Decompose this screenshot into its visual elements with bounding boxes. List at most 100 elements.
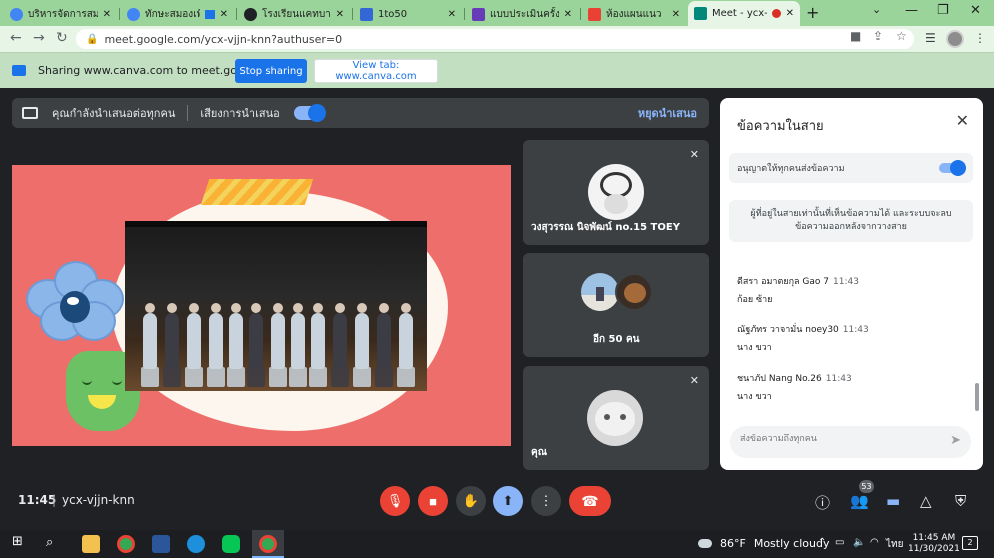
wifi-icon[interactable]: ◠ — [870, 537, 879, 548]
raise-hand-button[interactable]: ✋ — [456, 486, 486, 516]
volume-icon[interactable]: 🔈 — [853, 537, 865, 548]
close-tab-icon[interactable]: ✕ — [336, 9, 344, 20]
chat-scrollbar[interactable] — [975, 383, 979, 411]
windows-start-icon[interactable]: ⊞ — [12, 534, 23, 552]
chrome-icon[interactable] — [117, 535, 135, 553]
close-tab-icon[interactable]: ✕ — [220, 9, 228, 20]
participant-avatar — [615, 273, 653, 311]
close-icon[interactable]: ✕ — [956, 111, 969, 130]
more-vertical-icon: ⋮ — [539, 493, 553, 508]
present-button[interactable]: ⬆ — [493, 486, 523, 516]
allow-messages-toggle[interactable] — [939, 160, 966, 176]
line-icon[interactable] — [222, 535, 240, 553]
browser-tab[interactable]: 1to50 ✕ — [354, 2, 462, 26]
browser-tab[interactable]: แบบประเมินครั้งที่ 5 ✕ — [466, 2, 578, 26]
lock-icon[interactable]: 🔒 — [86, 34, 98, 45]
network-icon[interactable]: ▭ — [835, 537, 844, 548]
close-tab-icon[interactable]: ✕ — [564, 9, 572, 20]
weather-widget[interactable]: 86°F Mostly cloudy — [698, 537, 829, 550]
presentation-audio-label: เสียงการนำเสนอ — [200, 107, 280, 120]
message-text: นาง ขวา — [737, 392, 772, 402]
host-controls-shield-icon[interactable]: ⛨ — [955, 492, 966, 510]
mic-off-button[interactable]: 🎙 — [380, 486, 410, 516]
chat-composer: ➤ — [730, 426, 971, 458]
tab-favicon-icon — [127, 7, 140, 21]
file-explorer-icon[interactable] — [82, 535, 100, 553]
chat-icon[interactable]: ▬ — [886, 492, 900, 510]
presentation-audio-toggle[interactable] — [293, 104, 326, 122]
participant-tile[interactable]: ✕ วงสุวรรณ นิจพัฒน์ no.15 TOEY — [523, 140, 709, 245]
taskbar-clock[interactable]: 11:45 AM 11/30/2021 — [908, 533, 960, 555]
camera-off-button[interactable]: ■ — [418, 486, 448, 516]
close-tab-icon[interactable]: ✕ — [786, 8, 794, 19]
stop-presenting-button[interactable]: หยุดนำเสนอ — [638, 104, 697, 122]
mic-off-icon: ✕ — [689, 148, 699, 161]
self-participant-tile[interactable]: ✕ คุณ — [523, 366, 709, 470]
maximize-button[interactable]: ❐ — [937, 3, 949, 18]
notification-center-icon[interactable]: 2 — [962, 536, 978, 550]
share-icon[interactable]: ⇪ — [873, 29, 883, 43]
close-tab-icon[interactable]: ✕ — [448, 9, 456, 20]
new-tab-button[interactable]: + — [806, 3, 819, 22]
camera-icon[interactable]: ■ — [850, 29, 861, 43]
more-participants-label: อีก 50 คน — [593, 334, 640, 345]
word-icon[interactable] — [152, 535, 170, 553]
tab-favicon-icon — [472, 7, 485, 21]
minimize-button[interactable]: — — [905, 3, 918, 18]
dance-video-frame — [125, 221, 427, 391]
forward-arrow-icon[interactable]: → — [33, 30, 45, 46]
stop-sharing-button[interactable]: Stop sharing — [235, 59, 307, 83]
browser-tab[interactable]: ทักษะสมองเพื่อ ✕ — [121, 2, 234, 26]
cloud-icon — [698, 539, 712, 548]
send-icon[interactable]: ➤ — [950, 433, 961, 448]
leave-call-button[interactable]: ☎ — [569, 486, 611, 516]
reading-list-icon[interactable]: ☰ — [925, 31, 936, 45]
mic-off-icon: 🎙 — [386, 493, 404, 508]
participant-avatar — [581, 273, 619, 311]
browser-tab[interactable]: โรงเรียนแคทบายกริ ✕ — [238, 2, 350, 26]
chrome-active-task[interactable] — [252, 530, 284, 558]
message-text: ก้อย ซ้าย — [737, 295, 773, 305]
participant-avatar — [588, 164, 644, 220]
tab-search-icon[interactable]: ⌄ — [872, 3, 881, 16]
meet-favicon-icon — [694, 7, 707, 20]
participant-name: วงสุวรรณ นิจพัฒน์ no.15 TOEY — [531, 222, 680, 233]
presentation-stage — [12, 165, 511, 446]
reload-icon[interactable]: ↻ — [56, 30, 68, 46]
browser-tab[interactable]: บริหารจัดการสมอง ✕ — [4, 2, 117, 26]
tab-favicon-icon — [588, 7, 601, 21]
presentation-bar: คุณกำลังนำเสนอต่อทุกคน เสียงการนำเสนอ หย… — [12, 98, 709, 128]
browser-tab-active[interactable]: Meet - ycx-vj ✕ — [688, 1, 800, 26]
close-window-button[interactable]: ✕ — [970, 3, 981, 18]
chat-input[interactable] — [740, 434, 930, 444]
windows-taskbar: ⊞ ⌕ 86°F Mostly cloudy ⌃ ▭ 🔈 ◠ ไทย 11:45… — [0, 530, 994, 558]
tab-title: ทักษะสมองเพื่อ — [145, 8, 200, 20]
hang-up-icon: ☎ — [581, 492, 599, 509]
weather-temp: 86°F — [720, 537, 746, 550]
browser-tab[interactable]: ห้องแผนแนว ✕ — [582, 2, 686, 26]
info-icon[interactable]: ⓘ — [815, 492, 830, 513]
participant-tile-overflow[interactable]: อีก 50 คน — [523, 253, 709, 357]
view-tab-button[interactable]: View tab: www.canva.com — [314, 59, 438, 83]
people-icon[interactable]: 👥 — [850, 492, 869, 510]
search-icon[interactable]: ⌕ — [46, 535, 53, 553]
presenting-text: คุณกำลังนำเสนอต่อทุกคน — [52, 107, 176, 120]
tray-chevron-icon[interactable]: ⌃ — [818, 537, 826, 548]
language-indicator[interactable]: ไทย — [886, 537, 903, 552]
more-options-button[interactable]: ⋮ — [531, 486, 561, 516]
browser-toolbar: ← → ↻ 🔒 meet.google.com/ycx-vjjn-knn?aut… — [0, 26, 994, 52]
profile-avatar[interactable] — [946, 30, 964, 48]
bookmark-star-icon[interactable]: ☆ — [896, 29, 907, 43]
message-sender: ณัฐภัทร วาจามั่น noey30 — [737, 325, 839, 335]
close-tab-icon[interactable]: ✕ — [103, 9, 111, 20]
present-screen-icon: ⬆ — [502, 493, 514, 508]
activities-icon[interactable]: △ — [920, 492, 932, 510]
menu-icon[interactable]: ⋮ — [974, 31, 986, 45]
close-tab-icon[interactable]: ✕ — [672, 9, 680, 20]
address-bar[interactable]: 🔒 meet.google.com/ycx-vjjn-knn?authuser=… — [76, 29, 914, 49]
message-sender: ชนาภัป Nang No.26 — [737, 374, 822, 384]
back-arrow-icon[interactable]: ← — [10, 30, 22, 46]
edge-icon[interactable] — [187, 535, 205, 553]
sharing-bar: Sharing www.canva.com to meet.google.com… — [0, 52, 994, 88]
allow-messages-label: อนุญาตให้ทุกคนส่งข้อความ — [737, 164, 845, 174]
